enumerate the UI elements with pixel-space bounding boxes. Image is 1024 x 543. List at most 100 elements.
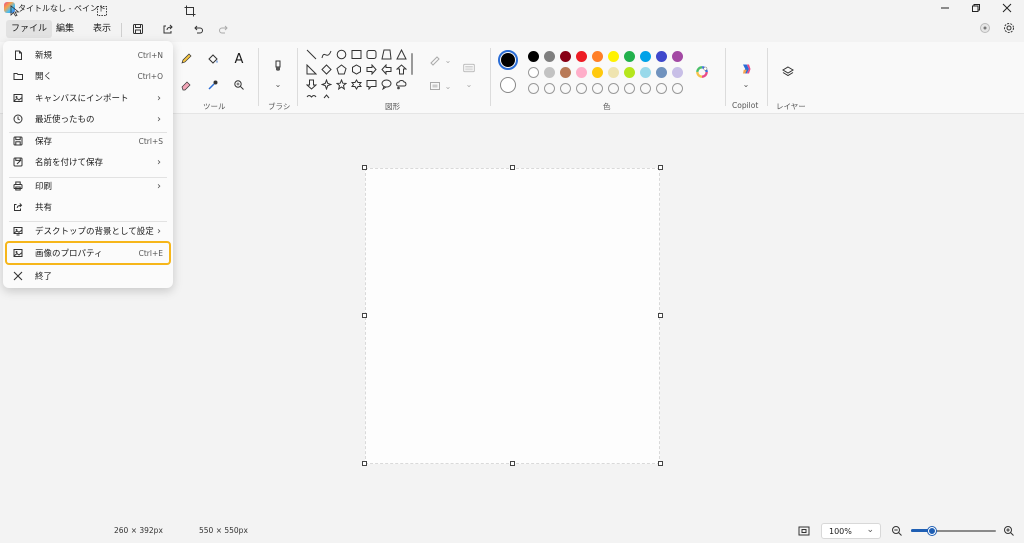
hexagon-shape[interactable]	[349, 62, 364, 77]
callout-oval-shape[interactable]	[379, 77, 394, 92]
menu-view[interactable]: 表示	[88, 20, 116, 38]
file-menu-item-set-as-desktop-background[interactable]: デスクトップの背景として設定 ›	[7, 221, 169, 241]
color-swatch[interactable]	[576, 51, 587, 62]
rounded-rectangle-shape[interactable]	[364, 47, 379, 62]
color-swatch[interactable]	[656, 51, 667, 62]
file-menu-item-recent[interactable]: 最近使ったもの ›	[7, 109, 169, 129]
resize-handle-top-left[interactable]	[362, 165, 367, 170]
resize-handle-top[interactable]	[510, 165, 515, 170]
file-menu-item-open[interactable]: 開く Ctrl+O	[7, 66, 169, 86]
resize-handle-bottom[interactable]	[510, 461, 515, 466]
fit-to-window-icon[interactable]	[798, 525, 810, 537]
pencil-tool[interactable]	[178, 51, 194, 67]
four-point-star-shape[interactable]	[319, 77, 334, 92]
custom-color-slot[interactable]	[608, 83, 619, 94]
color-swatch[interactable]	[528, 67, 539, 78]
color-swatch[interactable]	[608, 51, 619, 62]
color-swatch[interactable]	[528, 51, 539, 62]
zoom-in-icon[interactable]	[1003, 525, 1015, 537]
file-menu-item-share[interactable]: 共有	[7, 197, 169, 217]
color-swatch[interactable]	[672, 51, 683, 62]
file-menu-item-print[interactable]: 印刷 ›	[7, 176, 169, 196]
color-swatch[interactable]	[624, 51, 635, 62]
file-menu-item-new[interactable]: 新規 Ctrl+N	[7, 45, 169, 65]
menu-file[interactable]: ファイル	[6, 20, 53, 38]
fill-tool[interactable]	[205, 51, 221, 67]
shapes-scrollbar[interactable]	[410, 53, 414, 75]
shape-fill-chevron[interactable]: ⌄	[440, 78, 456, 94]
callout-cloud-shape[interactable]	[394, 77, 409, 92]
five-point-star-shape[interactable]	[334, 77, 349, 92]
color-swatch[interactable]	[608, 67, 619, 78]
resize-handle-bottom-right[interactable]	[658, 461, 663, 466]
secondary-color[interactable]	[500, 77, 516, 93]
color-swatch[interactable]	[560, 51, 571, 62]
custom-color-slot[interactable]	[624, 83, 635, 94]
color-swatch[interactable]	[656, 67, 667, 78]
resize-handle-left[interactable]	[362, 313, 367, 318]
color-swatch[interactable]	[672, 67, 683, 78]
curve-shape[interactable]	[319, 47, 334, 62]
left-arrow-shape[interactable]	[379, 62, 394, 77]
brush-dropdown-chevron[interactable]: ⌄	[270, 76, 286, 92]
magnifier-tool[interactable]	[231, 77, 247, 93]
resize-handle-top-right[interactable]	[658, 165, 663, 170]
account-button[interactable]	[977, 20, 993, 36]
color-swatch[interactable]	[640, 51, 651, 62]
custom-color-slot[interactable]	[576, 83, 587, 94]
color-swatch[interactable]	[592, 67, 603, 78]
color-swatch[interactable]	[544, 51, 555, 62]
settings-button[interactable]	[1001, 20, 1017, 36]
close-window-button[interactable]	[992, 0, 1022, 16]
custom-color-slot[interactable]	[560, 83, 571, 94]
custom-color-slot[interactable]	[640, 83, 651, 94]
quick-share-button[interactable]	[158, 20, 178, 38]
color-swatch[interactable]	[624, 67, 635, 78]
shape-size-button[interactable]	[460, 60, 478, 76]
right-triangle-shape[interactable]	[304, 62, 319, 77]
file-menu-item-image-properties[interactable]: 画像のプロパティ Ctrl+E	[5, 241, 171, 265]
file-menu-item-import-to-canvas[interactable]: キャンバスにインポート ›	[7, 88, 169, 108]
lightning-shape[interactable]	[319, 92, 334, 107]
color-swatch[interactable]	[576, 67, 587, 78]
copilot-chevron[interactable]: ⌄	[738, 76, 754, 92]
undo-button[interactable]	[188, 20, 208, 38]
down-arrow-shape[interactable]	[304, 77, 319, 92]
color-swatch[interactable]	[592, 51, 603, 62]
file-menu-item-exit[interactable]: 終了	[7, 266, 169, 286]
custom-color-slot[interactable]	[592, 83, 603, 94]
pentagon-shape[interactable]	[334, 62, 349, 77]
color-picker-tool[interactable]	[205, 77, 221, 93]
layers-button[interactable]	[780, 64, 796, 80]
restore-button[interactable]	[961, 0, 991, 16]
diamond-shape[interactable]	[319, 62, 334, 77]
custom-color-slot[interactable]	[656, 83, 667, 94]
resize-handle-right[interactable]	[658, 313, 663, 318]
polygon-shape[interactable]	[379, 47, 394, 62]
heart-shape[interactable]	[304, 92, 319, 107]
oval-shape[interactable]	[334, 47, 349, 62]
quick-save-button[interactable]	[128, 20, 148, 38]
line-shape[interactable]	[304, 47, 319, 62]
right-arrow-shape[interactable]	[364, 62, 379, 77]
up-arrow-shape[interactable]	[394, 62, 409, 77]
custom-color-slot[interactable]	[528, 83, 539, 94]
resize-handle-bottom-left[interactable]	[362, 461, 367, 466]
color-swatch[interactable]	[544, 67, 555, 78]
color-swatch[interactable]	[560, 67, 571, 78]
zoom-slider-thumb[interactable]	[928, 527, 936, 535]
custom-color-slot[interactable]	[544, 83, 555, 94]
zoom-out-icon[interactable]	[891, 525, 903, 537]
six-point-star-shape[interactable]	[349, 77, 364, 92]
zoom-select[interactable]: 100% ⌄	[821, 523, 881, 539]
file-menu-item-save-as[interactable]: 名前を付けて保存 ›	[7, 152, 169, 172]
callout-rectangle-shape[interactable]	[364, 77, 379, 92]
text-tool[interactable]: A	[231, 51, 247, 67]
primary-color[interactable]	[498, 50, 518, 70]
redo-button[interactable]	[214, 20, 234, 38]
shape-size-chevron[interactable]: ⌄	[461, 76, 477, 92]
eraser-tool[interactable]	[178, 77, 194, 93]
shape-outline-chevron[interactable]: ⌄	[440, 52, 456, 68]
file-menu-item-save[interactable]: 保存 Ctrl+S	[7, 131, 169, 151]
custom-color-slot[interactable]	[672, 83, 683, 94]
